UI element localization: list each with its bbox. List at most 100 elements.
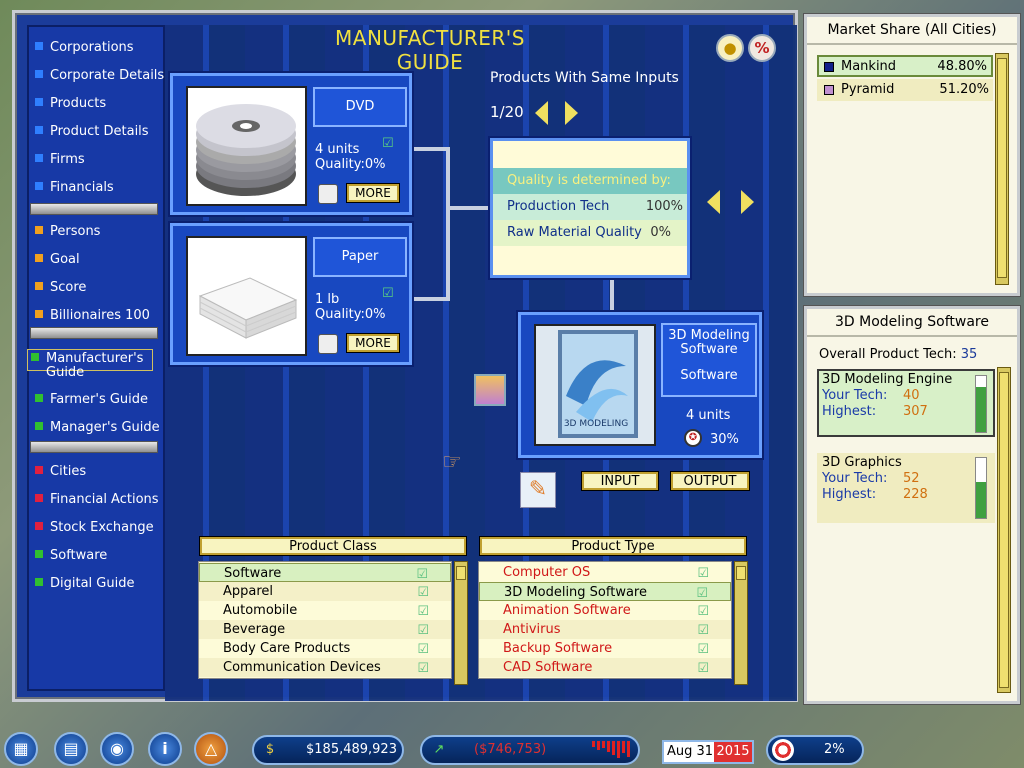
share-value: 51.20% bbox=[939, 82, 989, 97]
tech-scrollbar[interactable] bbox=[997, 367, 1011, 693]
menu-item[interactable]: Manager's Guide bbox=[35, 417, 160, 439]
product-class-label: Automobile bbox=[223, 603, 298, 618]
menu-item[interactable]: Firms bbox=[35, 149, 85, 171]
paper-checkbox[interactable] bbox=[318, 334, 338, 354]
menu-item[interactable]: Product Details bbox=[35, 121, 149, 143]
product-type-label: Antivirus bbox=[503, 622, 561, 637]
menu-item[interactable]: Financials bbox=[35, 177, 114, 199]
date-year: 2015 bbox=[714, 742, 752, 762]
menu-bullet-icon bbox=[35, 522, 43, 530]
input-paper-amount: 1 lb bbox=[315, 292, 340, 307]
checked-icon: ☑ bbox=[697, 642, 709, 657]
cash-display[interactable]: $ $185,489,923 bbox=[252, 735, 404, 765]
product-type-item[interactable]: Backup Software ☑ bbox=[479, 639, 731, 658]
market-share-row[interactable]: Pyramid 51.20% bbox=[817, 79, 993, 101]
highest-label: Highest: bbox=[822, 404, 877, 419]
menu-item[interactable]: Products bbox=[35, 93, 106, 115]
overall-tech: Overall Product Tech: 35 bbox=[819, 347, 977, 362]
corporation-icon[interactable]: ▦ bbox=[4, 732, 38, 766]
product-type-item[interactable]: Antivirus ☑ bbox=[479, 620, 731, 639]
product-class-scrollbar[interactable] bbox=[454, 561, 468, 685]
menu-bullet-icon bbox=[35, 282, 43, 290]
product-class-list: Software ☑ Apparel ☑ Automobile ☑ Beverage ☑ Bod… bbox=[198, 561, 452, 679]
menu-item[interactable]: Financial Actions bbox=[35, 489, 159, 511]
cash-value: $185,489,923 bbox=[306, 742, 397, 757]
lightbulb-icon[interactable]: ● bbox=[716, 34, 744, 62]
paper-more-button[interactable]: MORE bbox=[347, 334, 399, 352]
next-arrow-icon[interactable] bbox=[565, 101, 578, 125]
quality-row: Raw Material Quality 0% bbox=[493, 220, 687, 246]
checked-icon: ☑ bbox=[417, 642, 429, 657]
menu-item[interactable]: Corporations bbox=[35, 37, 134, 59]
scroll-thumb[interactable] bbox=[997, 58, 1007, 278]
product-type-item[interactable]: CAD Software ☑ bbox=[479, 658, 731, 677]
menu-item[interactable]: Software bbox=[35, 545, 107, 567]
menu-item[interactable]: Digital Guide bbox=[35, 573, 134, 595]
product-class-item[interactable]: Software ☑ bbox=[199, 563, 451, 582]
pencil-icon[interactable]: ✎ bbox=[520, 472, 556, 508]
input-button[interactable]: INPUT bbox=[582, 472, 658, 490]
quality-heading: Quality is determined by: bbox=[493, 168, 687, 194]
market-share-row[interactable]: Mankind 48.80% bbox=[817, 55, 993, 77]
highest-label: Highest: bbox=[822, 487, 877, 502]
date-display[interactable]: Aug 31 2015 bbox=[662, 740, 754, 764]
globe-icon[interactable]: ◉ bbox=[100, 732, 134, 766]
scroll-thumb[interactable] bbox=[736, 566, 746, 580]
menu-bullet-icon bbox=[35, 154, 43, 162]
dvd-checkbox[interactable] bbox=[318, 184, 338, 204]
prev-arrow-icon[interactable] bbox=[707, 190, 720, 214]
quality-panel: Quality is determined by: Production Tec… bbox=[490, 138, 690, 278]
product-class-item[interactable]: Beverage ☑ bbox=[199, 620, 451, 639]
connector-line bbox=[448, 206, 492, 210]
percent-icon[interactable]: % bbox=[748, 34, 776, 62]
map-icon[interactable]: ▤ bbox=[54, 732, 88, 766]
checked-icon: ☑ bbox=[417, 604, 429, 619]
menu-item[interactable]: Corporate Details bbox=[35, 65, 164, 87]
interest-rate-display[interactable]: 2% bbox=[766, 735, 864, 765]
market-share-scrollbar[interactable] bbox=[995, 53, 1009, 285]
product-class-item[interactable]: Communication Devices ☑ bbox=[199, 658, 451, 677]
product-class-label: Communication Devices bbox=[223, 660, 381, 675]
product-type-item[interactable]: Computer OS ☑ bbox=[479, 563, 731, 582]
info-icon[interactable]: i bbox=[148, 732, 182, 766]
product-type-scrollbar[interactable] bbox=[734, 561, 748, 685]
menu-item[interactable]: Stock Exchange bbox=[35, 517, 154, 539]
tech-card[interactable]: 3D Modeling Engine Your Tech: 40 Highest… bbox=[817, 369, 995, 437]
your-tech-label: Your Tech: bbox=[822, 471, 888, 486]
building-icon[interactable] bbox=[474, 374, 506, 406]
menu-item-label: Farmer's Guide bbox=[50, 392, 149, 407]
profit-display[interactable]: ↗ ($746,753) bbox=[420, 735, 640, 765]
menu-bullet-icon bbox=[35, 466, 43, 474]
connector-line bbox=[414, 147, 448, 151]
checked-icon: ☑ bbox=[697, 623, 709, 638]
menu-item[interactable]: Billionaires 100 bbox=[35, 305, 150, 327]
menu-bullet-icon bbox=[35, 182, 43, 190]
highest-value: 307 bbox=[903, 404, 928, 419]
tech-panel-title: 3D Modeling Software bbox=[807, 309, 1017, 337]
menu-item[interactable]: Score bbox=[35, 277, 86, 299]
scroll-thumb[interactable] bbox=[999, 372, 1009, 688]
output-button[interactable]: OUTPUT bbox=[671, 472, 749, 490]
dvd-more-button[interactable]: MORE bbox=[347, 184, 399, 202]
product-class-item[interactable]: Automobile ☑ bbox=[199, 601, 451, 620]
tech-card[interactable]: 3D Graphics Your Tech: 52 Highest: 228 bbox=[817, 453, 995, 523]
scroll-thumb[interactable] bbox=[456, 566, 466, 580]
prev-arrow-icon[interactable] bbox=[535, 101, 548, 125]
product-type-label: Computer OS bbox=[503, 565, 591, 580]
product-class-item[interactable]: Apparel ☑ bbox=[199, 582, 451, 601]
product-class-item[interactable]: Body Care Products ☑ bbox=[199, 639, 451, 658]
menu-item[interactable]: Goal bbox=[35, 249, 80, 271]
share-value: 48.80% bbox=[937, 59, 987, 74]
next-arrow-icon[interactable] bbox=[741, 190, 754, 214]
quality-row-value: 100% bbox=[645, 199, 683, 214]
product-type-item[interactable]: 3D Modeling Software ☑ bbox=[479, 582, 731, 601]
menu-item[interactable]: Farmer's Guide bbox=[35, 389, 148, 411]
menu-item-label: Product Details bbox=[50, 124, 149, 139]
logo-icon[interactable]: △ bbox=[194, 732, 228, 766]
product-type-item[interactable]: Animation Software ☑ bbox=[479, 601, 731, 620]
menu-item[interactable]: Persons bbox=[35, 221, 100, 243]
output-name-tab: 3D Modeling Software Software bbox=[661, 323, 757, 397]
menu-item[interactable]: Cities bbox=[35, 461, 86, 483]
menu-item[interactable]: Manufacturer's Guide bbox=[27, 349, 153, 380]
product-class-label: Software bbox=[224, 566, 282, 581]
